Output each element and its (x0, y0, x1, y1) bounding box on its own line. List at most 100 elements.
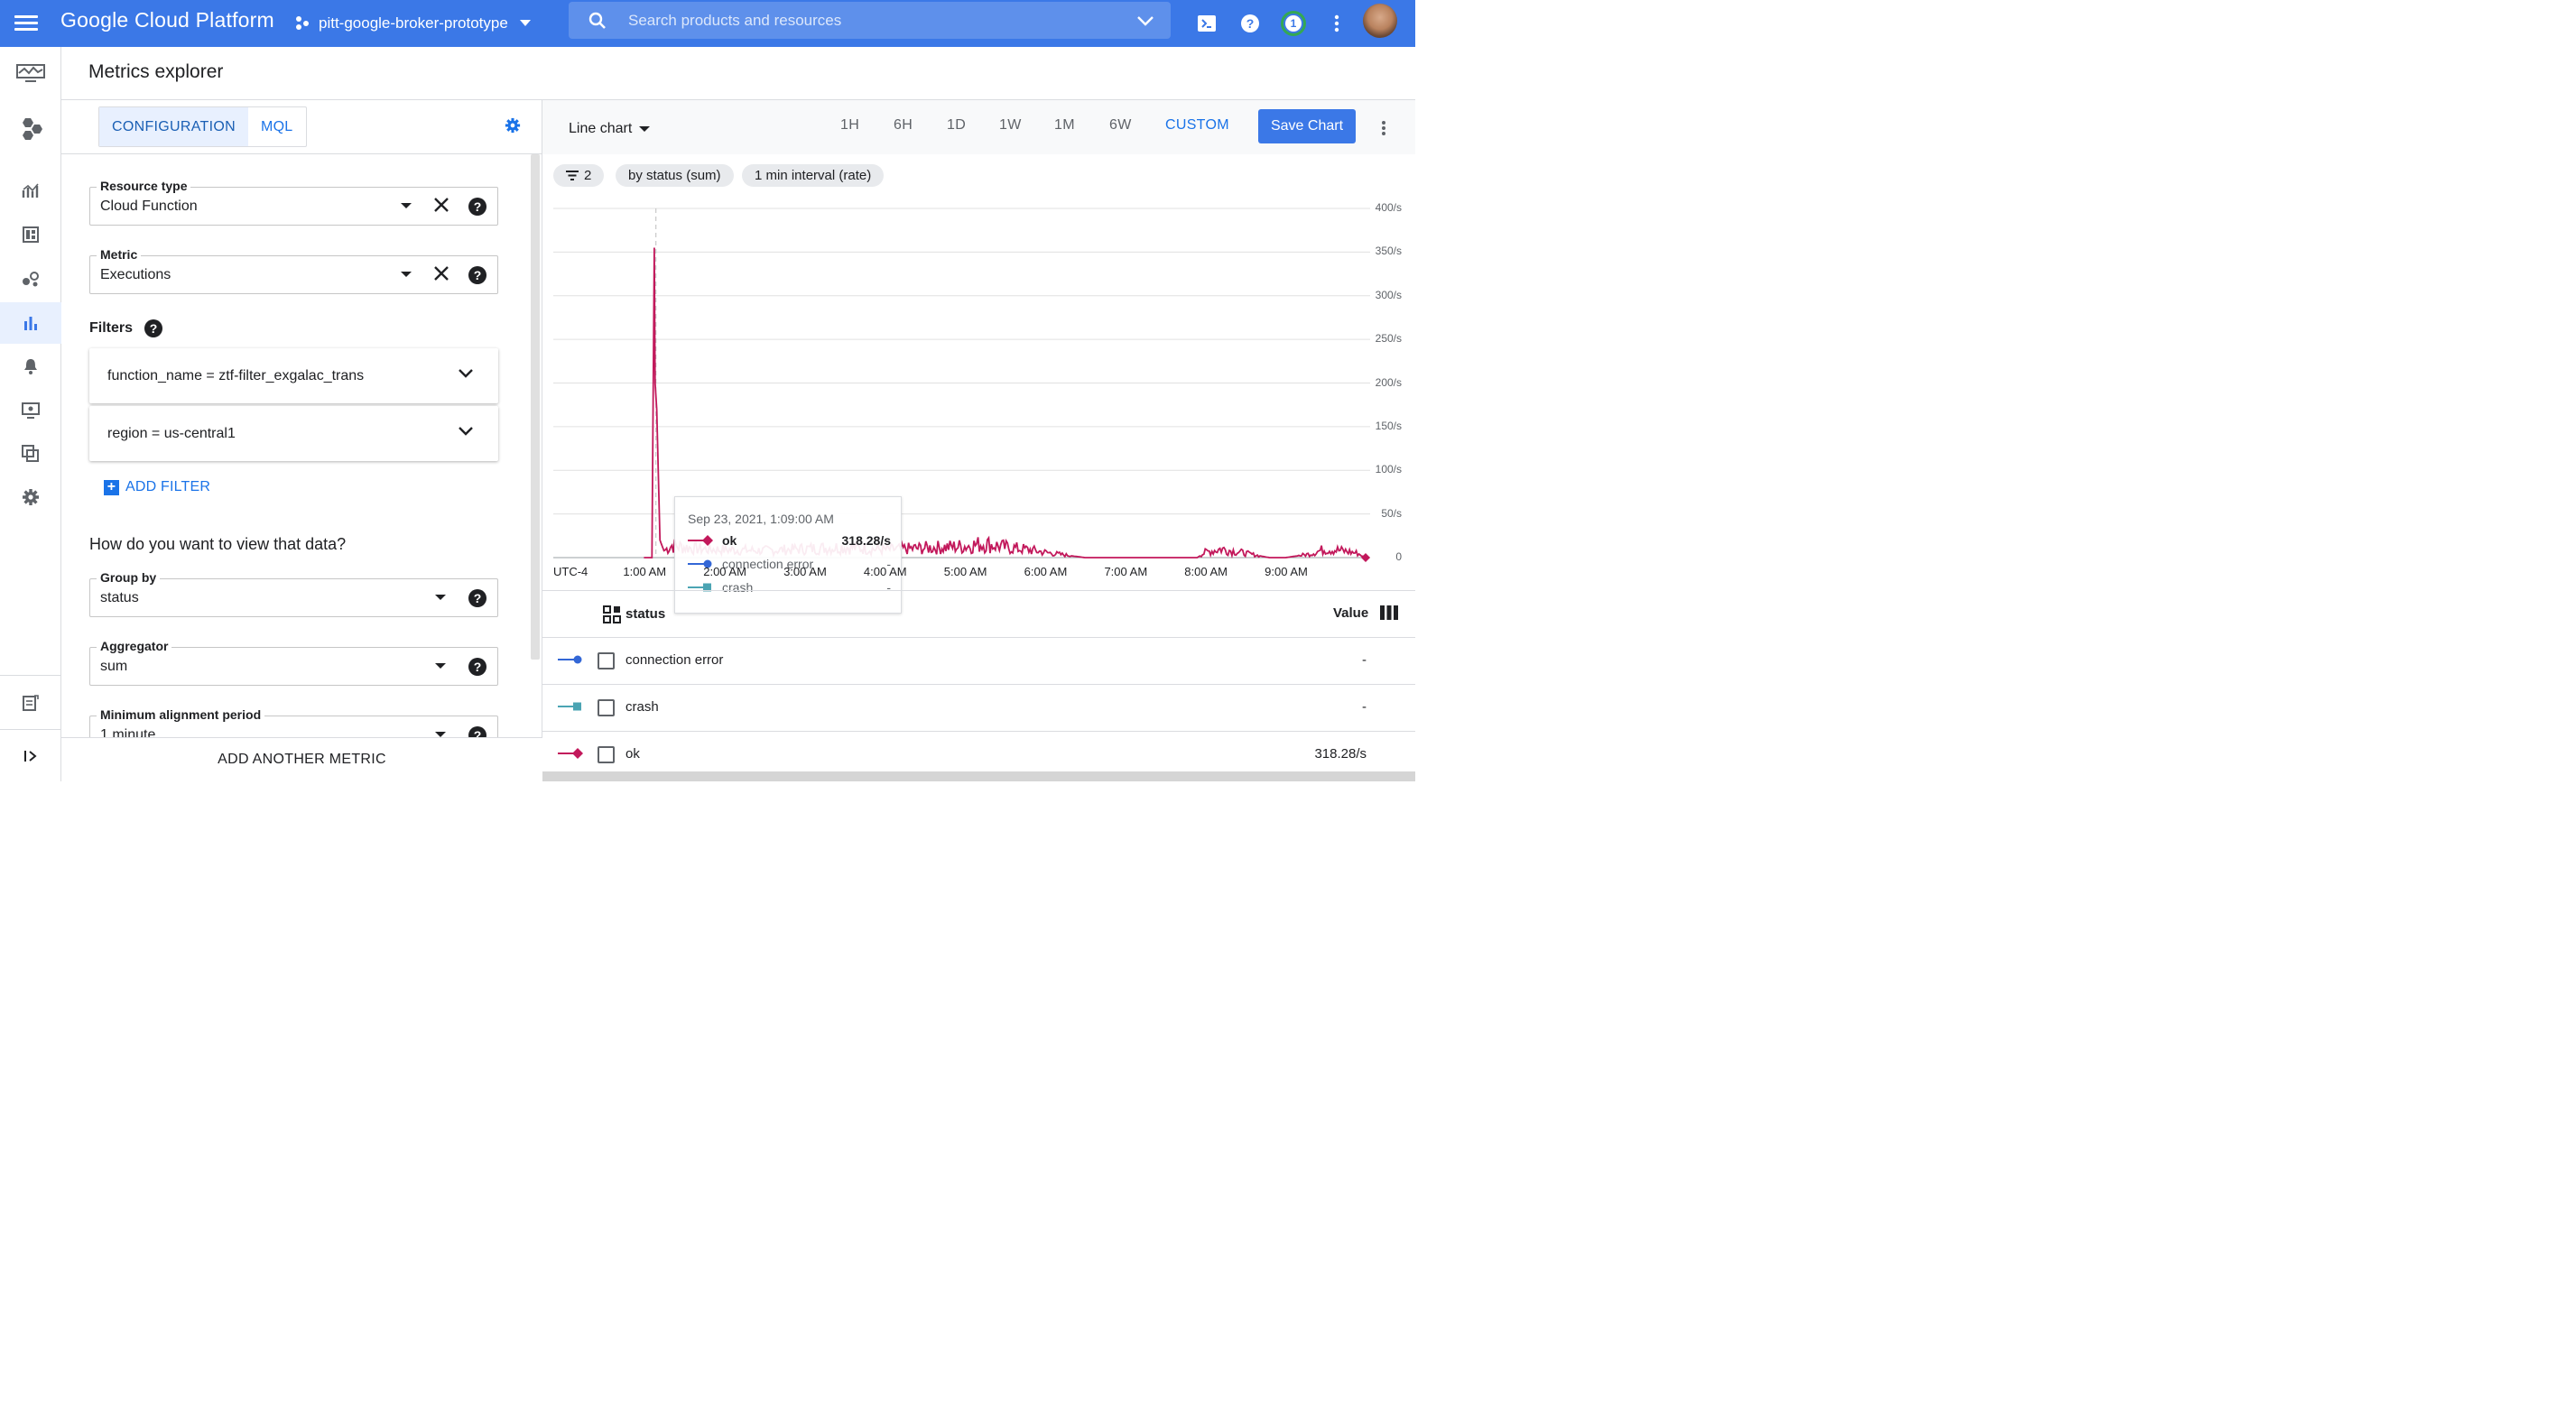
series-checkbox[interactable] (598, 699, 615, 716)
y-tick-label: 400/s (1375, 201, 1402, 214)
panel-scrollbar[interactable] (531, 154, 540, 660)
value-column-header[interactable]: Value (1333, 605, 1368, 621)
release-notes-icon[interactable] (0, 682, 61, 724)
series-checkbox[interactable] (598, 746, 615, 763)
top-header: Google Cloud Platform pitt-google-broker… (0, 0, 1415, 47)
add-filter-label: ADD FILTER (125, 479, 211, 494)
uptime-monitor-icon[interactable] (0, 390, 61, 431)
help-icon[interactable]: ? (468, 658, 486, 676)
expand-rail-icon[interactable] (0, 735, 61, 777)
title-bar: Metrics explorer (61, 47, 1415, 100)
chevron-down-icon[interactable] (458, 426, 474, 437)
interval-chip[interactable]: 1 min interval (rate) (742, 164, 885, 187)
dropdown-caret-icon[interactable] (401, 272, 412, 277)
series-value: - (1362, 652, 1367, 668)
metric-field[interactable]: Metric Executions ? (89, 247, 498, 294)
brand-title[interactable]: Google Cloud Platform (60, 8, 274, 32)
grouping-chip[interactable]: by status (sum) (616, 164, 734, 187)
resource-type-field[interactable]: Resource type Cloud Function ? (89, 179, 498, 226)
square-marker-icon (558, 702, 581, 711)
legend-row[interactable]: crash - (542, 685, 1415, 732)
search-icon (588, 12, 606, 29)
resource-type-label: Resource type (97, 179, 191, 193)
clear-icon[interactable] (433, 197, 449, 213)
tab-configuration[interactable]: CONFIGURATION (99, 107, 248, 146)
add-filter-button[interactable]: + ADD FILTER (104, 479, 210, 495)
mode-tabs: CONFIGURATION MQL (98, 106, 307, 147)
alignment-period-label: Minimum alignment period (97, 707, 265, 722)
y-tick-label: 250/s (1375, 332, 1402, 346)
status-column-header[interactable]: status (625, 606, 665, 622)
x-tick-label: 8:00 AM (1184, 565, 1228, 578)
aggregator-field[interactable]: Aggregator sum ? (89, 639, 498, 686)
range-1m[interactable]: 1M (1054, 117, 1075, 134)
save-chart-button[interactable]: Save Chart (1258, 109, 1356, 143)
y-tick-label: 0 (1395, 550, 1402, 563)
filters-heading-text: Filters (89, 320, 134, 336)
project-selector[interactable]: pitt-google-broker-prototype (296, 11, 532, 36)
monitoring-logo-icon[interactable] (0, 52, 61, 94)
notifications-badge[interactable]: 1 (1279, 9, 1308, 38)
overview-chart-icon[interactable] (0, 171, 61, 212)
settings-gear-icon[interactable] (505, 117, 521, 138)
metrics-explorer-icon[interactable] (0, 302, 61, 344)
menu-icon[interactable] (14, 13, 38, 34)
search-input[interactable] (628, 11, 1098, 30)
dropdown-caret-icon (639, 126, 651, 132)
group-by-field[interactable]: Group by status ? (89, 570, 498, 617)
aggregator-label: Aggregator (97, 639, 172, 653)
y-tick-label: 200/s (1375, 375, 1402, 389)
search-bar[interactable] (569, 2, 1171, 39)
horizontal-scrollbar[interactable] (542, 771, 1415, 781)
help-icon[interactable]: ? (468, 589, 486, 607)
resource-type-value: Cloud Function (100, 199, 198, 214)
range-1w[interactable]: 1W (999, 117, 1022, 134)
more-vert-icon[interactable] (1381, 120, 1386, 136)
help-icon[interactable]: ? (468, 198, 486, 216)
cloud-shell-icon[interactable] (1192, 9, 1221, 38)
aggregator-value: sum (100, 659, 128, 674)
chart-type-label: Line chart (569, 121, 633, 136)
help-icon[interactable]: ? (1236, 9, 1265, 38)
range-6h[interactable]: 6H (894, 117, 913, 134)
chart-type-dropdown[interactable]: Line chart (569, 121, 651, 137)
range-1h[interactable]: 1H (840, 117, 859, 134)
tooltip-time: Sep 23, 2021, 1:09:00 AM (688, 512, 834, 526)
dropdown-caret-icon[interactable] (435, 663, 446, 669)
help-icon[interactable]: ? (468, 266, 486, 284)
filter-item[interactable]: region = us-central1 (89, 406, 498, 461)
legend-row[interactable]: connection error - (542, 638, 1415, 685)
chart-toolbar: Line chart 1H 6H 1D 1W 1M 6W CUSTOM Save… (542, 100, 1415, 154)
columns-icon[interactable] (1380, 605, 1398, 620)
more-vert-icon[interactable] (1322, 9, 1351, 38)
product-rail (0, 47, 61, 781)
filter-count-chip[interactable]: 2 (553, 164, 605, 187)
alerting-bell-icon[interactable] (0, 346, 61, 387)
series-end-marker (1361, 553, 1370, 562)
y-tick-label: 50/s (1381, 506, 1402, 520)
metric-value: Executions (100, 267, 171, 282)
range-6w[interactable]: 6W (1109, 117, 1132, 134)
settings-gear-icon[interactable] (0, 476, 61, 518)
clear-icon[interactable] (433, 265, 449, 282)
groups-icon[interactable] (0, 433, 61, 475)
chevron-down-icon[interactable] (1136, 15, 1154, 26)
x-tick-label: 9:00 AM (1265, 565, 1308, 578)
series-checkbox[interactable] (598, 652, 615, 669)
range-1d[interactable]: 1D (947, 117, 966, 134)
avatar[interactable] (1362, 3, 1398, 39)
filter-item[interactable]: function_name = ztf-filter_exgalac_trans (89, 348, 498, 403)
services-icon[interactable] (0, 258, 61, 300)
chevron-down-icon[interactable] (458, 368, 474, 379)
hexagons-icon[interactable] (0, 108, 61, 150)
x-tick-label: 2:00 AM (703, 565, 746, 578)
help-icon[interactable]: ? (144, 319, 163, 337)
dropdown-caret-icon[interactable] (401, 203, 412, 208)
add-another-metric-button[interactable]: ADD ANOTHER METRIC (61, 737, 542, 781)
tab-mql[interactable]: MQL (248, 107, 306, 146)
dashboards-icon[interactable] (0, 214, 61, 255)
dropdown-caret-icon[interactable] (435, 595, 446, 600)
range-custom[interactable]: CUSTOM (1165, 117, 1229, 134)
tooltip-row: ok 318.28/s (688, 533, 891, 548)
column-picker-icon[interactable] (603, 605, 621, 623)
